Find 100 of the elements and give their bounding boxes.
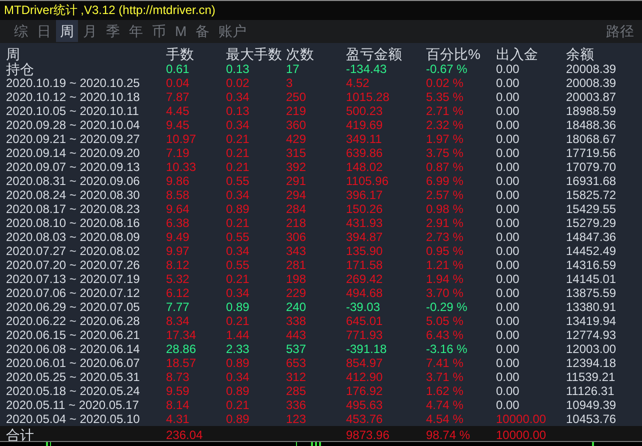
table-cell-text: 0.00 [496, 76, 520, 90]
table-cell-text: 443 [286, 328, 308, 342]
table-cell-text: 500.23 [346, 104, 384, 118]
table-cell-text: 14847.36 [566, 230, 618, 244]
period-cell-text: 2020.07.20 ~ 2020.07.26 [6, 258, 141, 272]
table-cell-text: 1.62 % [426, 384, 464, 398]
table-cell-text: 12774.93 [566, 328, 618, 342]
period-cell-text: 2020.08.10 ~ 2020.08.16 [6, 216, 141, 230]
tab[interactable]: 季 [102, 20, 124, 42]
table-cell-text: 0.34 [226, 90, 250, 104]
table-cell-text: 236.04 [166, 427, 204, 444]
table-cell-text: 0.34 [226, 244, 250, 258]
period-cell-text: 持仓 [6, 62, 35, 76]
period-cell-text: 2020.07.27 ~ 2020.08.02 [6, 244, 141, 258]
table-cell-text: 0.21 [226, 146, 250, 160]
table-cell-text: 0.02 % [426, 76, 464, 90]
table-cell-text: -134.43 [346, 62, 388, 76]
table-cell-text: 0.00 [496, 118, 520, 132]
column-header: 盈亏金额 [346, 46, 403, 62]
column-header: 次数 [286, 46, 315, 62]
table-cell-text: 306 [286, 230, 308, 244]
table-cell-text: 0.00 [496, 300, 520, 314]
table-cell-text: 453.76 [346, 412, 384, 426]
table-cell-text: 5.35 % [426, 90, 464, 104]
table-cell-text: 7.19 [166, 146, 190, 160]
table-cell-text: 0.00 [496, 370, 520, 384]
table-cell-text: 0.21 [226, 272, 250, 286]
table-cell-text: 14145.01 [566, 272, 618, 286]
table-cell-text: 0.00 [496, 188, 520, 202]
tab[interactable]: 年 [125, 20, 147, 42]
table-cell-text: 0.34 [226, 118, 250, 132]
table-cell-text: 13419.94 [566, 314, 618, 328]
table-cell-text: -391.18 [346, 342, 388, 356]
table-cell-text: 0.89 [226, 202, 250, 216]
table-cell-text: 429 [286, 132, 308, 146]
table-cell-text: 17.34 [166, 328, 198, 342]
period-cell-text: 2020.08.03 ~ 2020.08.09 [6, 230, 141, 244]
table-cell-text: 315 [286, 146, 308, 160]
period-cell-text: 2020.08.31 ~ 2020.09.06 [6, 174, 141, 188]
table-cell-text: -39.03 [346, 300, 382, 314]
table-cell-text: 218 [286, 216, 308, 230]
tab[interactable]: 账户 [214, 20, 251, 42]
table-cell-text: 0.00 [496, 272, 520, 286]
tab[interactable]: M [171, 20, 191, 42]
column-header: 余额 [566, 46, 595, 62]
table-cell-text: 291 [286, 174, 308, 188]
table-cell-text: 2.33 [226, 342, 250, 356]
tab[interactable]: 日 [33, 20, 55, 42]
tab[interactable]: 币 [148, 20, 170, 42]
period-cell-text: 2020.05.04 ~ 2020.05.10 [6, 412, 141, 426]
table-cell-text: 0.02 [226, 76, 250, 90]
table-cell-text: 10453.76 [566, 412, 618, 426]
period-cell-text: 2020.07.06 ~ 2020.07.12 [6, 286, 141, 300]
table-cell-text: 4.45 [166, 104, 190, 118]
period-cell-text: 2020.06.22 ~ 2020.06.28 [6, 314, 141, 328]
table-cell-text: 198 [286, 272, 308, 286]
table-cell-text: 0.00 [496, 258, 520, 272]
table-cell-text: 343 [286, 244, 308, 258]
table-cell-text: 285 [286, 384, 308, 398]
table-cell-text: 0.34 [226, 188, 250, 202]
table-cell-text: 1.97 % [426, 132, 464, 146]
tab[interactable]: 周 [56, 20, 78, 42]
tab[interactable]: 月 [79, 20, 101, 42]
table-cell-text: 854.97 [346, 356, 384, 370]
column-header: 百分比% [426, 46, 482, 62]
table-cell-text: 250 [286, 90, 308, 104]
table-cell-text: 338 [286, 314, 308, 328]
table-cell-text: 0.00 [496, 160, 520, 174]
table-cell-text: -0.67 % [426, 62, 468, 76]
table-cell-text: 150.26 [346, 202, 384, 216]
table-cell-text: 7.87 [166, 90, 190, 104]
table-cell-text: 98.74 % [426, 427, 472, 444]
table-cell-text: 412.90 [346, 370, 384, 384]
table-cell-text: -3.16 % [426, 342, 468, 356]
table-cell-text: 0.00 [496, 216, 520, 230]
table-cell-text: 1.94 % [426, 272, 464, 286]
tab[interactable]: 综 [10, 20, 32, 42]
period-cell-text: 2020.10.05 ~ 2020.10.11 [6, 104, 140, 118]
table-cell-text: 0.00 [496, 104, 520, 118]
table-cell-text: 495.63 [346, 398, 384, 412]
period-cell-text: 2020.08.17 ~ 2020.08.23 [6, 202, 141, 216]
table-cell-text: 3 [286, 76, 294, 90]
table-cell-text: 2.91 % [426, 216, 464, 230]
tab[interactable]: 备 [192, 20, 214, 42]
table-cell-text: 0.00 [496, 146, 520, 160]
tab[interactable]: 路径 [602, 20, 638, 42]
table-cell-text: 20008.39 [566, 62, 618, 76]
table-cell-text: 2.57 % [426, 188, 464, 202]
table-cell-text: 9.64 [166, 202, 190, 216]
table-cell-text: 8.73 [166, 370, 190, 384]
table-cell-text: 284 [286, 202, 308, 216]
table-cell-text: 18.57 [166, 356, 198, 370]
table-cell-text: 229 [286, 286, 308, 300]
table-cell-text: 9.97 [166, 244, 190, 258]
period-cell-text: 2020.06.01 ~ 2020.06.07 [6, 356, 141, 370]
table-cell-text: 123 [286, 412, 308, 426]
table-cell-text: 6.38 [166, 216, 190, 230]
column-header: 最大手数 [226, 46, 283, 62]
table-cell-text: 7.77 [166, 300, 190, 314]
table-cell-text: -0.29 % [426, 300, 468, 314]
